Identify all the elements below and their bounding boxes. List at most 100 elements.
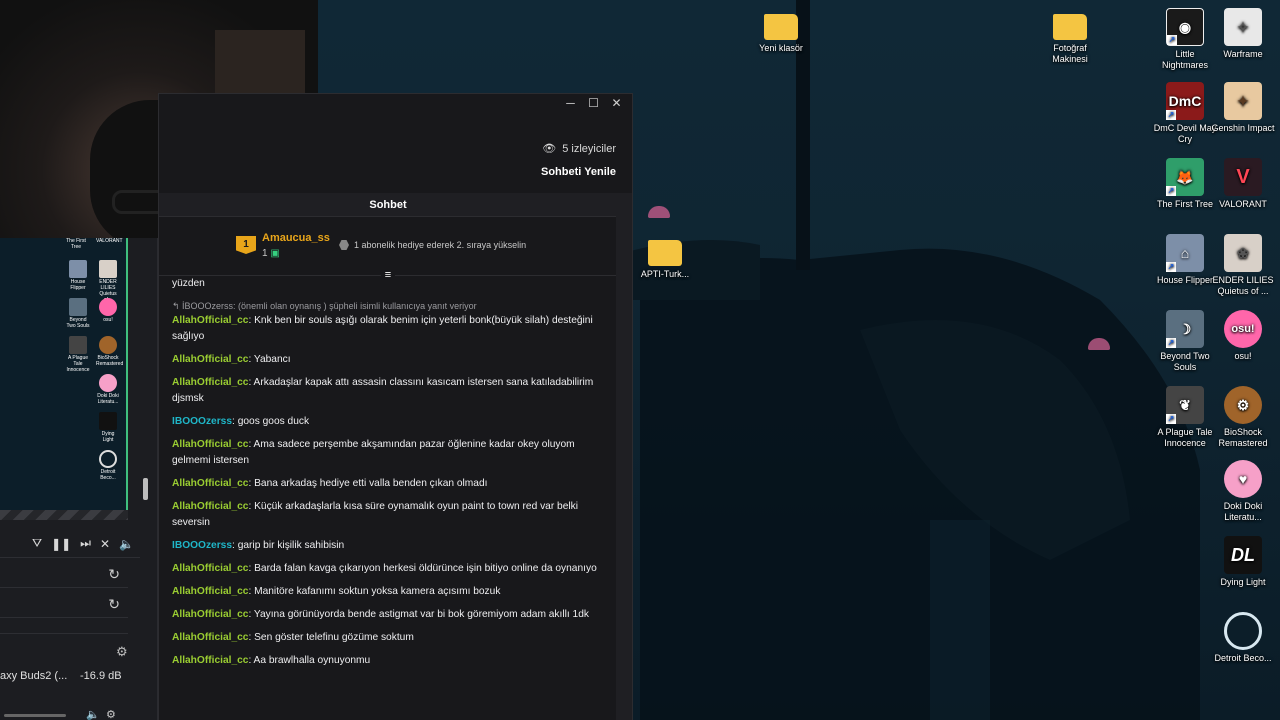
mini-icon-beyond: Beyond Two Souls — [66, 298, 90, 329]
obs-scene-preview[interactable]: The First Tree VALORANT House Flipper EN… — [0, 238, 128, 520]
desktop-icon-doki-doki[interactable]: ♥ Doki Doki Literatu... — [1211, 460, 1275, 523]
wallpaper-mushroom — [1088, 338, 1110, 350]
folder-icon — [764, 14, 798, 40]
viewer-count: 👁 5 izleyiciler — [542, 142, 616, 156]
obs-source-row — [0, 620, 128, 634]
leaderboard-username: Amaucua_ss — [262, 232, 330, 244]
desktop-icon-osu[interactable]: osu! osu! — [1211, 310, 1275, 362]
desktop-icon-yeni-klasor[interactable]: Yeni klasör — [749, 8, 813, 54]
rank-badge: 1 — [236, 236, 256, 254]
dmc-icon: DmC ↗ — [1166, 82, 1204, 120]
mini-icon-detroit: Detroit Beco... — [96, 450, 120, 481]
chat-message: AllahOfficial_cc: Knk ben bir souls aşığ… — [172, 315, 593, 342]
obs-source-row[interactable]: ↻ — [0, 560, 128, 588]
desktop-icon-detroit[interactable]: Detroit Beco... — [1211, 612, 1275, 664]
mini-icon-valorant: VALORANT — [96, 238, 123, 244]
close-button[interactable]: ✕ — [605, 94, 628, 114]
bioshock-icon: ⚙ — [1224, 386, 1262, 424]
desktop-icon-warframe[interactable]: ✧ Warframe — [1211, 8, 1275, 60]
wallpaper-mushroom — [648, 206, 670, 218]
chat-message: yüzden — [172, 278, 205, 289]
leaderboard-count: 1 ▣ — [262, 248, 280, 259]
desktop-icon-fotograf-makinesi[interactable]: Fotoğraf Makinesi — [1038, 8, 1102, 65]
mini-icon-dying-light: Dying Light — [96, 412, 120, 443]
desktop-icon-ender-lilies[interactable]: ❀ ENDER LILIES Quietus of ... — [1211, 234, 1275, 297]
gift-leaderboard[interactable]: 1 Amaucua_ss 1 ▣ 1 abonelik hediye edere… — [159, 218, 617, 276]
chat-scrollbar[interactable] — [616, 193, 632, 720]
chat-message: AllahOfficial_cc: Sen göster telefinu gö… — [172, 632, 414, 643]
desktop-icon-dmc[interactable]: DmC ↗ DmC Devil May Cry — [1153, 82, 1217, 145]
desktop-icon-little-nightmares[interactable]: ◉ ↗ Little Nightmares — [1153, 8, 1217, 71]
mini-icon-doki: Doki Doki Literatu... — [96, 374, 120, 405]
mini-icon-ender-lilies: ENDER LILIES Quietus of... — [96, 260, 120, 303]
mute-mic-icon[interactable]: ✕ — [100, 537, 110, 551]
obs-source-row[interactable]: ↻ — [0, 590, 128, 618]
chat-message: IBOOOzerss: garip bir kişilik sahibisin — [172, 540, 345, 551]
mini-icon-house-flipper: House Flipper — [66, 260, 90, 291]
speaker-icon[interactable]: 🔈 — [86, 708, 100, 720]
eye-icon: 👁 — [542, 143, 557, 155]
desktop-icon-house-flipper[interactable]: ⌂ ↗ House Flipper — [1153, 234, 1217, 286]
skip-icon[interactable]: ⏭ — [80, 536, 91, 551]
plague-icon: ❦ ↗ — [1166, 386, 1204, 424]
chat-message: AllahOfficial_cc: Manitöre kafanımı sokt… — [172, 586, 501, 597]
chat-message: AllahOfficial_cc: Aa brawlhalla oynuyonm… — [172, 655, 371, 666]
chat-message: AllahOfficial_cc: Yayına görünüyorda ben… — [172, 609, 589, 620]
chat-header: Sohbet — [159, 193, 617, 217]
maximize-button[interactable]: ☐ — [582, 94, 605, 114]
desktop-icon-the-first-tree[interactable]: 🦊 ↗ The First Tree — [1153, 158, 1217, 210]
hexagon-icon — [339, 240, 349, 250]
obs-audio-mixer: axy Buds2 (... -16.9 dB — [0, 670, 128, 682]
chat-message: AllahOfficial_cc: Ama sadece perşembe ak… — [172, 439, 575, 466]
chat-message: AllahOfficial_cc: Barda falan kavga çıka… — [172, 563, 597, 574]
filter-icon[interactable]: ⛛ — [32, 536, 42, 551]
volume-slider[interactable] — [4, 714, 66, 717]
speaker-icon[interactable]: 🔈 — [119, 537, 134, 551]
mini-icon-bioshock: BioShock Remastered — [96, 336, 123, 367]
gear-icon[interactable]: ⚙ — [106, 708, 116, 720]
gift-icon: ▣ — [270, 248, 280, 259]
minimize-button[interactable]: ─ — [559, 94, 582, 114]
desktop-icon-valorant[interactable]: V VALORANT — [1211, 158, 1275, 210]
mini-icon-osu: osu! — [96, 298, 120, 323]
reply-context: ↰ İBOOOzerss: (önemli olan oynanış ) şüp… — [172, 301, 477, 311]
chat-popout-window: ─ ☐ ✕ 👁 5 izleyiciler Sohbeti Yenile Soh… — [158, 93, 633, 720]
leaderboard-cta: 1 abonelik hediye ederek 2. sıraya yükse… — [339, 240, 526, 250]
chat-message: AllahOfficial_cc: Yabancı — [172, 354, 291, 365]
mini-icon-plague: A Plague Tale Innocence — [66, 336, 90, 373]
chat-message: AllahOfficial_cc: Arkadaşlar kapak attı … — [172, 377, 594, 404]
ender-lilies-icon: ❀ — [1224, 234, 1262, 272]
desktop-icon-genshin[interactable]: ✦ Genshin Impact — [1211, 82, 1275, 134]
beyond-icon: ☽ ↗ — [1166, 310, 1204, 348]
webcam-bookshelf — [215, 30, 305, 100]
obs-panel: The First Tree VALORANT House Flipper EN… — [0, 238, 158, 720]
obs-hatched-strip — [0, 510, 128, 520]
chat-message-list: yüzden ↰ İBOOOzerss: (önemli olan oynanı… — [172, 276, 602, 720]
folder-icon — [1053, 14, 1087, 40]
warframe-icon: ✧ — [1224, 8, 1262, 46]
desktop-icon-bioshock[interactable]: ⚙ BioShock Remastered — [1211, 386, 1275, 449]
house-icon: ⌂ ↗ — [1166, 234, 1204, 272]
pause-icon[interactable]: ❚❚ — [51, 537, 71, 551]
chat-message: IBOOOzerss: goos goos duck — [172, 416, 310, 427]
dying-light-icon: DL — [1224, 536, 1262, 574]
audio-device-label: axy Buds2 (... — [0, 670, 68, 682]
chat-message: AllahOfficial_cc: Küçük arkadaşlarla kıs… — [172, 501, 579, 528]
folder-icon — [648, 240, 682, 266]
refresh-icon[interactable]: ↻ — [108, 566, 120, 582]
desktop-icon-plague-tale[interactable]: ❦ ↗ A Plague Tale Innocence — [1153, 386, 1217, 449]
chat-message: AllahOfficial_cc: Bana arkadaş hediye et… — [172, 478, 488, 489]
desktop-icon-apti-turk[interactable]: APTI-Turk... — [633, 234, 697, 280]
desktop-icon-beyond-two-souls[interactable]: ☽ ↗ Beyond Two Souls — [1153, 310, 1217, 373]
gear-icon[interactable]: ⚙ — [116, 644, 128, 660]
desktop-icon-dying-light[interactable]: DL Dying Light — [1211, 536, 1275, 588]
refresh-icon[interactable]: ↻ — [108, 596, 120, 612]
eye-icon: ◉ ↗ — [1166, 8, 1204, 46]
mini-icon-first-tree: The First Tree — [66, 238, 86, 250]
doki-icon: ♥ — [1224, 460, 1262, 498]
refresh-chat-button[interactable]: Sohbeti Yenile — [541, 166, 616, 178]
obs-resize-handle[interactable] — [143, 478, 148, 500]
window-titlebar: ─ ☐ ✕ — [159, 94, 632, 114]
valorant-icon: V — [1224, 158, 1262, 196]
detroit-icon — [1224, 612, 1262, 650]
